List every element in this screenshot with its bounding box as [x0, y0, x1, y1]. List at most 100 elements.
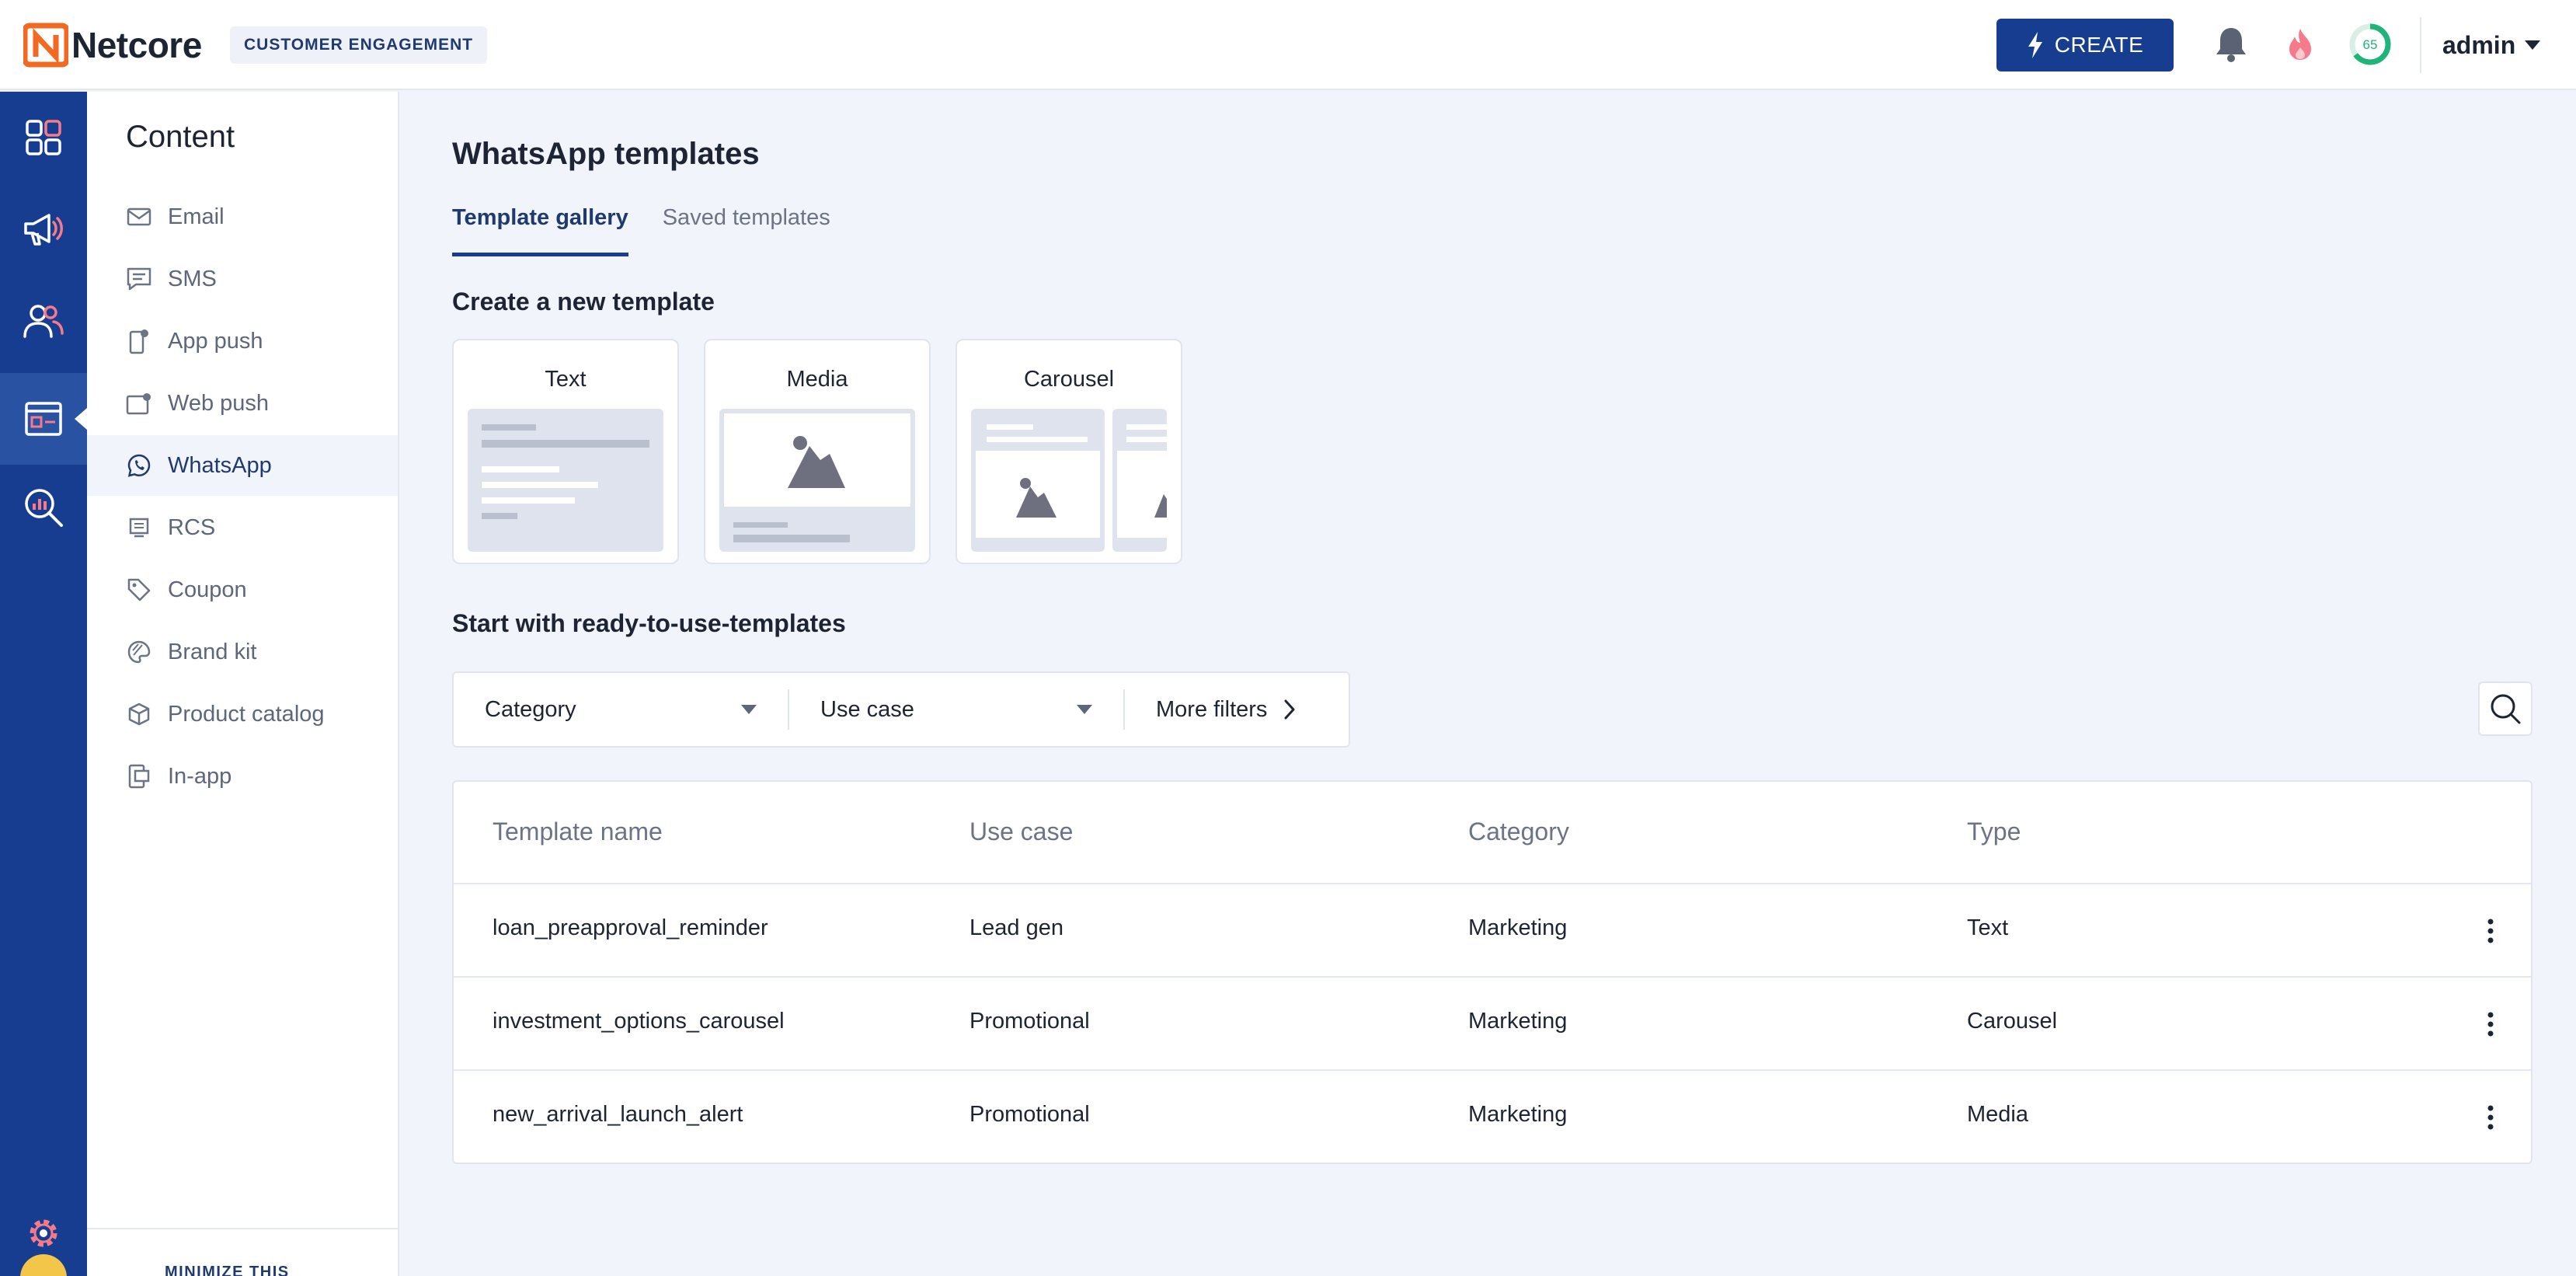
subnav-item-email[interactable]: Email: [87, 187, 398, 247]
caret-down-icon: [2525, 40, 2541, 50]
type-cell: Carousel: [1967, 1009, 2058, 1034]
template-name-cell: loan_preapproval_reminder: [493, 915, 768, 940]
template-card-label: Carousel: [1023, 367, 1115, 392]
search-button[interactable]: [2478, 682, 2532, 736]
subnav-item-label: App push: [168, 328, 263, 354]
subnav-item-label: Coupon: [168, 577, 247, 602]
column-header[interactable]: Use case: [969, 818, 1073, 846]
subnav-item-coupon[interactable]: Coupon: [87, 560, 398, 620]
category-filter[interactable]: Category: [454, 673, 788, 746]
caret-down-icon: [741, 705, 757, 714]
megaphone-icon: [24, 214, 63, 246]
create-button-label: CREATE: [2054, 33, 2144, 57]
category-cell: Marketing: [1468, 1102, 1568, 1127]
more-options-icon[interactable]: [2475, 1001, 2506, 1048]
template-card-label: Text: [545, 367, 587, 392]
palette-icon: [126, 639, 152, 665]
rcs-icon: [126, 514, 152, 541]
subnav-item-label: Email: [168, 204, 225, 229]
subnav-item-whatsapp[interactable]: WhatsApp: [87, 435, 398, 496]
bell-icon[interactable]: [2210, 23, 2252, 65]
filter-bar: Category Use case More filters: [452, 671, 1350, 748]
rail-analytics[interactable]: [0, 462, 87, 553]
create-button[interactable]: CREATE: [1996, 19, 2174, 71]
netcore-logo[interactable]: Netcore: [23, 20, 202, 70]
table-row[interactable]: investment_options_carousel Promotional …: [454, 978, 2531, 1071]
netcore-logo-icon: [23, 23, 68, 68]
analytics-icon: [25, 489, 63, 527]
app-push-icon: [126, 328, 152, 354]
subnav-item-rcs[interactable]: RCS: [87, 497, 398, 558]
tag-icon: [126, 577, 152, 603]
column-header[interactable]: Category: [1468, 818, 1569, 846]
use-case-filter-label: Use case: [820, 696, 914, 722]
dashboard-icon: [26, 120, 61, 155]
more-filters-label: More filters: [1156, 696, 1268, 722]
rail-content[interactable]: [0, 373, 87, 465]
minimize-sidebar-button[interactable]: MINIMIZE THIS: [87, 1228, 398, 1276]
subnav-item-brand-kit[interactable]: Brand kit: [87, 622, 398, 682]
ready-section-title: Start with ready-to-use-templates: [452, 609, 846, 637]
category-filter-label: Category: [485, 696, 576, 722]
more-filters-button[interactable]: More filters: [1125, 673, 1326, 746]
left-rail: [0, 92, 87, 1276]
chevron-right-icon: [1284, 699, 1295, 720]
template-name-cell: investment_options_carousel: [493, 1009, 785, 1034]
subnav-item-label: In-app: [168, 763, 232, 789]
flame-icon[interactable]: [2279, 23, 2321, 65]
subnav-item-web-push[interactable]: Web push: [87, 373, 398, 434]
column-header[interactable]: Type: [1967, 818, 2021, 846]
subnav-title: Content: [126, 120, 235, 154]
content-subnav: Content Email SMS App push Web push What…: [87, 92, 399, 1276]
engagement-score-ring[interactable]: 65: [2348, 22, 2393, 67]
users-icon: [23, 305, 64, 338]
template-card-text[interactable]: Text: [452, 339, 679, 564]
settings-icon: [30, 1219, 57, 1247]
type-cell: Media: [1967, 1102, 2028, 1127]
template-card-carousel[interactable]: Carousel: [956, 339, 1182, 564]
template-name-cell: new_arrival_launch_alert: [493, 1102, 743, 1127]
rail-audience[interactable]: [0, 275, 87, 367]
subnav-item-label: Product catalog: [168, 701, 325, 727]
subnav-item-label: Brand kit: [168, 639, 257, 664]
mail-icon: [126, 204, 152, 230]
more-options-icon[interactable]: [2475, 908, 2506, 954]
user-menu[interactable]: admin: [2442, 28, 2541, 62]
sms-icon: [126, 266, 152, 292]
use-case-cell: Promotional: [969, 1009, 1090, 1034]
table-row[interactable]: new_arrival_launch_alert Promotional Mar…: [454, 1071, 2531, 1164]
subnav-item-in-app[interactable]: In-app: [87, 746, 398, 807]
subnav-item-label: RCS: [168, 514, 216, 540]
user-name: admin: [2442, 30, 2516, 59]
more-options-icon[interactable]: [2475, 1094, 2506, 1141]
column-header[interactable]: Template name: [493, 818, 663, 846]
category-cell: Marketing: [1468, 1009, 1568, 1034]
product-badge: CUSTOMER ENGAGEMENT: [230, 26, 488, 64]
content-icon: [25, 402, 62, 436]
template-card-media[interactable]: Media: [704, 339, 931, 564]
tab-template-gallery[interactable]: Template gallery: [452, 205, 628, 256]
use-case-filter[interactable]: Use case: [789, 673, 1123, 746]
templates-table: Template name Use case Category Type loa…: [452, 780, 2532, 1164]
lightning-icon: [2028, 32, 2042, 58]
rail-dashboard[interactable]: [0, 92, 87, 183]
in-app-icon: [126, 763, 152, 790]
subnav-item-label: SMS: [168, 266, 217, 291]
subnav-item-sms[interactable]: SMS: [87, 249, 398, 309]
tabs: Template gallery Saved templates: [452, 205, 830, 256]
carousel-template-preview: [971, 409, 1167, 552]
page-title: WhatsApp templates: [452, 137, 760, 171]
box-icon: [126, 701, 152, 727]
rail-campaigns[interactable]: [0, 183, 87, 275]
web-push-icon: [126, 390, 152, 417]
top-divider: [2420, 17, 2421, 73]
subnav-item-product-catalog[interactable]: Product catalog: [87, 684, 398, 744]
table-row[interactable]: loan_preapproval_reminder Lead gen Marke…: [454, 884, 2531, 978]
tab-saved-templates[interactable]: Saved templates: [663, 205, 830, 256]
score-text: 65: [2363, 37, 2378, 52]
use-case-cell: Promotional: [969, 1102, 1090, 1127]
template-card-label: Media: [786, 367, 848, 392]
caret-down-icon: [1077, 705, 1092, 714]
subnav-item-label: Web push: [168, 390, 270, 416]
subnav-item-app-push[interactable]: App push: [87, 311, 398, 371]
